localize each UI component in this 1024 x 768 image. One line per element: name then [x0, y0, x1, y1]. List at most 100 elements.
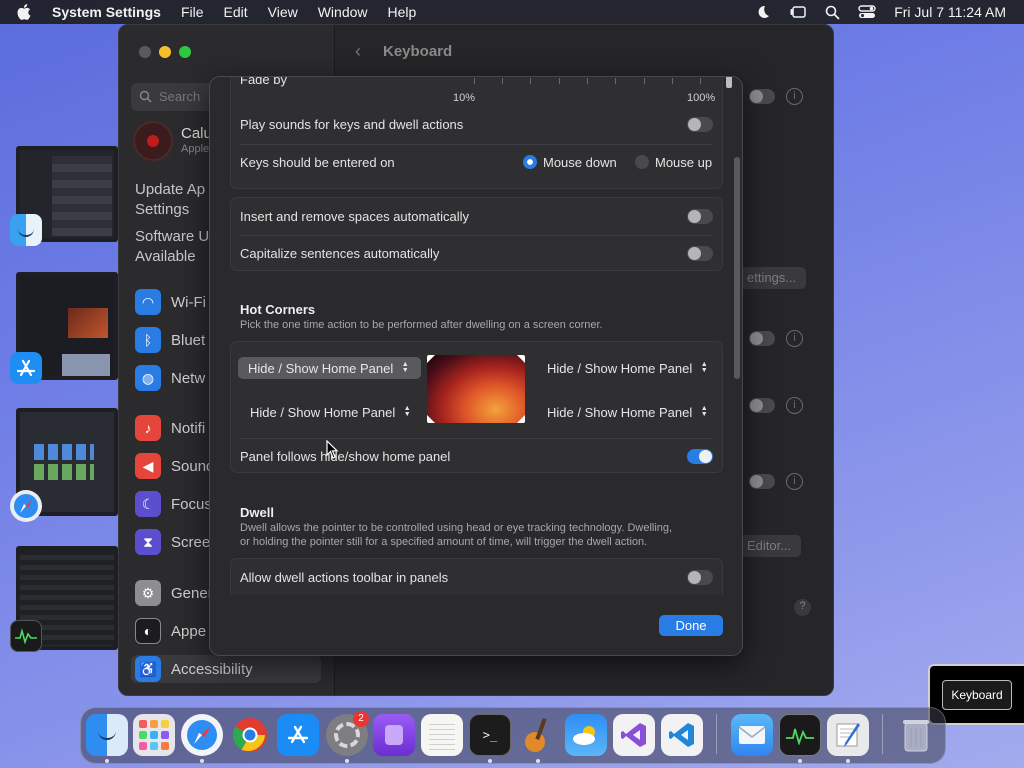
sidebar-item-network[interactable]: ◍ Netw: [135, 364, 205, 392]
visual-studio-icon[interactable]: [613, 714, 655, 756]
running-indicator: [798, 759, 802, 763]
sidebar-item-sound[interactable]: ◀ Sound: [135, 452, 214, 480]
close-button[interactable]: [139, 46, 151, 58]
weather-icon[interactable]: [565, 714, 607, 756]
finder-icon[interactable]: [10, 214, 42, 246]
vscode-icon[interactable]: [661, 714, 703, 756]
app-store-icon[interactable]: [277, 714, 319, 756]
zoom-button[interactable]: [179, 46, 191, 58]
update-settings-line1[interactable]: Update Ap: [135, 181, 205, 198]
launchpad-icon[interactable]: [133, 714, 175, 756]
search-icon[interactable]: [825, 5, 840, 20]
dwell-toolbar-label: Allow dwell actions toolbar in panels: [240, 570, 449, 585]
sidebar-item-general[interactable]: ⚙ Gener: [135, 579, 213, 607]
dwell-description-line1: Dwell allows the pointer to be controlle…: [240, 522, 673, 534]
terminal-icon[interactable]: >_: [469, 714, 511, 756]
play-sounds-label: Play sounds for keys and dwell actions: [240, 117, 464, 132]
info-icon[interactable]: i: [786, 473, 803, 490]
sidebar-item-label: Focus: [171, 495, 212, 513]
radio-selected-icon: [523, 155, 537, 169]
sidebar-item-label: Bluet: [171, 331, 206, 349]
sidebar-item-accessibility[interactable]: ♿ Accessibility: [131, 655, 321, 683]
sidebar-item-label: Gener: [171, 584, 213, 602]
sidebar-item-screen-time[interactable]: ⧗ Scree: [135, 528, 210, 556]
panel-follows-toggle[interactable]: [687, 449, 713, 464]
menu-app-name[interactable]: System Settings: [52, 4, 161, 20]
software-update-line2[interactable]: Available: [135, 248, 196, 265]
mouse-up-option[interactable]: Mouse up: [635, 155, 712, 170]
app-store-icon[interactable]: [10, 352, 42, 384]
dwell-toolbar-toggle[interactable]: [687, 570, 713, 585]
sidebar-item-appearance[interactable]: ◐ Appe: [135, 617, 206, 645]
slider-knob[interactable]: [726, 77, 732, 88]
chrome-icon[interactable]: [229, 714, 271, 756]
info-icon[interactable]: i: [786, 330, 803, 347]
bg-toggle-2[interactable]: [749, 331, 775, 346]
capitalize-label: Capitalize sentences automatically: [240, 246, 440, 261]
safari-icon[interactable]: [10, 490, 42, 522]
mail-icon[interactable]: [731, 714, 773, 756]
update-settings-line2[interactable]: Settings: [135, 201, 189, 218]
capitalize-row: Capitalize sentences automatically: [231, 235, 722, 272]
textedit-icon[interactable]: [421, 714, 463, 756]
bg-toggle-1[interactable]: [749, 89, 775, 104]
corner-top-right-popup[interactable]: Hide / Show Home Panel ▲ ▼: [537, 357, 720, 379]
menu-edit[interactable]: Edit: [224, 4, 248, 20]
finder-icon[interactable]: [86, 714, 128, 756]
corner-bottom-right-popup[interactable]: Hide / Show Home Panel ▲ ▼: [537, 401, 720, 423]
script-editor-icon[interactable]: [827, 714, 869, 756]
hot-corners-title: Hot Corners: [240, 302, 316, 317]
play-sounds-toggle[interactable]: [687, 117, 713, 132]
window-title: Keyboard: [383, 43, 453, 60]
bg-settings-button[interactable]: ettings...: [737, 267, 807, 289]
safari-icon[interactable]: [181, 714, 223, 756]
trash-icon[interactable]: [895, 714, 937, 756]
sidebar-item-wifi[interactable]: ◠ Wi-Fi: [135, 288, 206, 316]
menu-file[interactable]: File: [181, 4, 204, 20]
garageband-icon[interactable]: [517, 714, 559, 756]
keys-entered-row: Keys should be entered on Mouse down Mou…: [231, 144, 722, 181]
avatar[interactable]: [133, 121, 173, 161]
podcasts-icon[interactable]: [373, 714, 415, 756]
mouse-down-option[interactable]: Mouse down: [523, 155, 617, 170]
sidebar-item-bluetooth[interactable]: ᛒ Bluet: [135, 326, 205, 354]
info-icon[interactable]: i: [786, 88, 803, 105]
menu-window[interactable]: Window: [318, 4, 368, 20]
control-center-icon[interactable]: [858, 4, 876, 20]
bg-toggle-4[interactable]: [749, 474, 775, 489]
menu-view[interactable]: View: [268, 4, 298, 20]
info-icon[interactable]: i: [786, 397, 803, 414]
running-indicator: [345, 759, 349, 763]
apple-logo-icon[interactable]: [16, 3, 34, 21]
insert-spaces-toggle[interactable]: [687, 209, 713, 224]
sidebar-item-label: Accessibility: [171, 660, 253, 678]
back-chevron-icon[interactable]: ‹: [355, 41, 361, 62]
fade-slider[interactable]: [474, 77, 732, 88]
help-icon[interactable]: ?: [794, 599, 811, 616]
moon-icon[interactable]: [755, 4, 771, 20]
menu-help[interactable]: Help: [388, 4, 417, 20]
corner-bottom-left-popup[interactable]: Hide / Show Home Panel ▲ ▼: [240, 401, 423, 423]
panel-follows-label: Panel follows hide/show home panel: [240, 449, 451, 464]
capitalize-toggle[interactable]: [687, 246, 713, 261]
hot-corners-description: Pick the one time action to be performed…: [240, 319, 603, 331]
sheet-scroll-area[interactable]: Fade by 10% 100% Play sounds for keys an…: [210, 77, 742, 595]
screen-preview-image: [427, 355, 525, 423]
bg-editor-button[interactable]: Editor...: [737, 535, 802, 557]
sidebar-item-label: Appe: [171, 622, 207, 640]
corner-top-left-popup[interactable]: Hide / Show Home Panel ▲ ▼: [238, 357, 422, 379]
done-button[interactable]: Done: [659, 615, 723, 636]
profile-name[interactable]: Calu: [181, 125, 212, 142]
sidebar-item-notifications[interactable]: ♪ Notifi: [135, 414, 205, 442]
sidebar-item-focus[interactable]: ☾ Focus: [135, 490, 212, 518]
bg-toggle-3[interactable]: [749, 398, 775, 413]
corner-marker: [427, 415, 435, 423]
stage-manager-icon[interactable]: [789, 4, 807, 20]
scrollbar-thumb[interactable]: [734, 157, 740, 379]
activity-monitor-icon[interactable]: [10, 620, 42, 652]
activity-monitor-icon[interactable]: [779, 714, 821, 756]
software-update-line1[interactable]: Software U: [135, 228, 209, 245]
minimize-button[interactable]: [159, 46, 171, 58]
corner-marker: [517, 415, 525, 423]
menu-datetime[interactable]: Fri Jul 7 11:24 AM: [894, 4, 1006, 20]
